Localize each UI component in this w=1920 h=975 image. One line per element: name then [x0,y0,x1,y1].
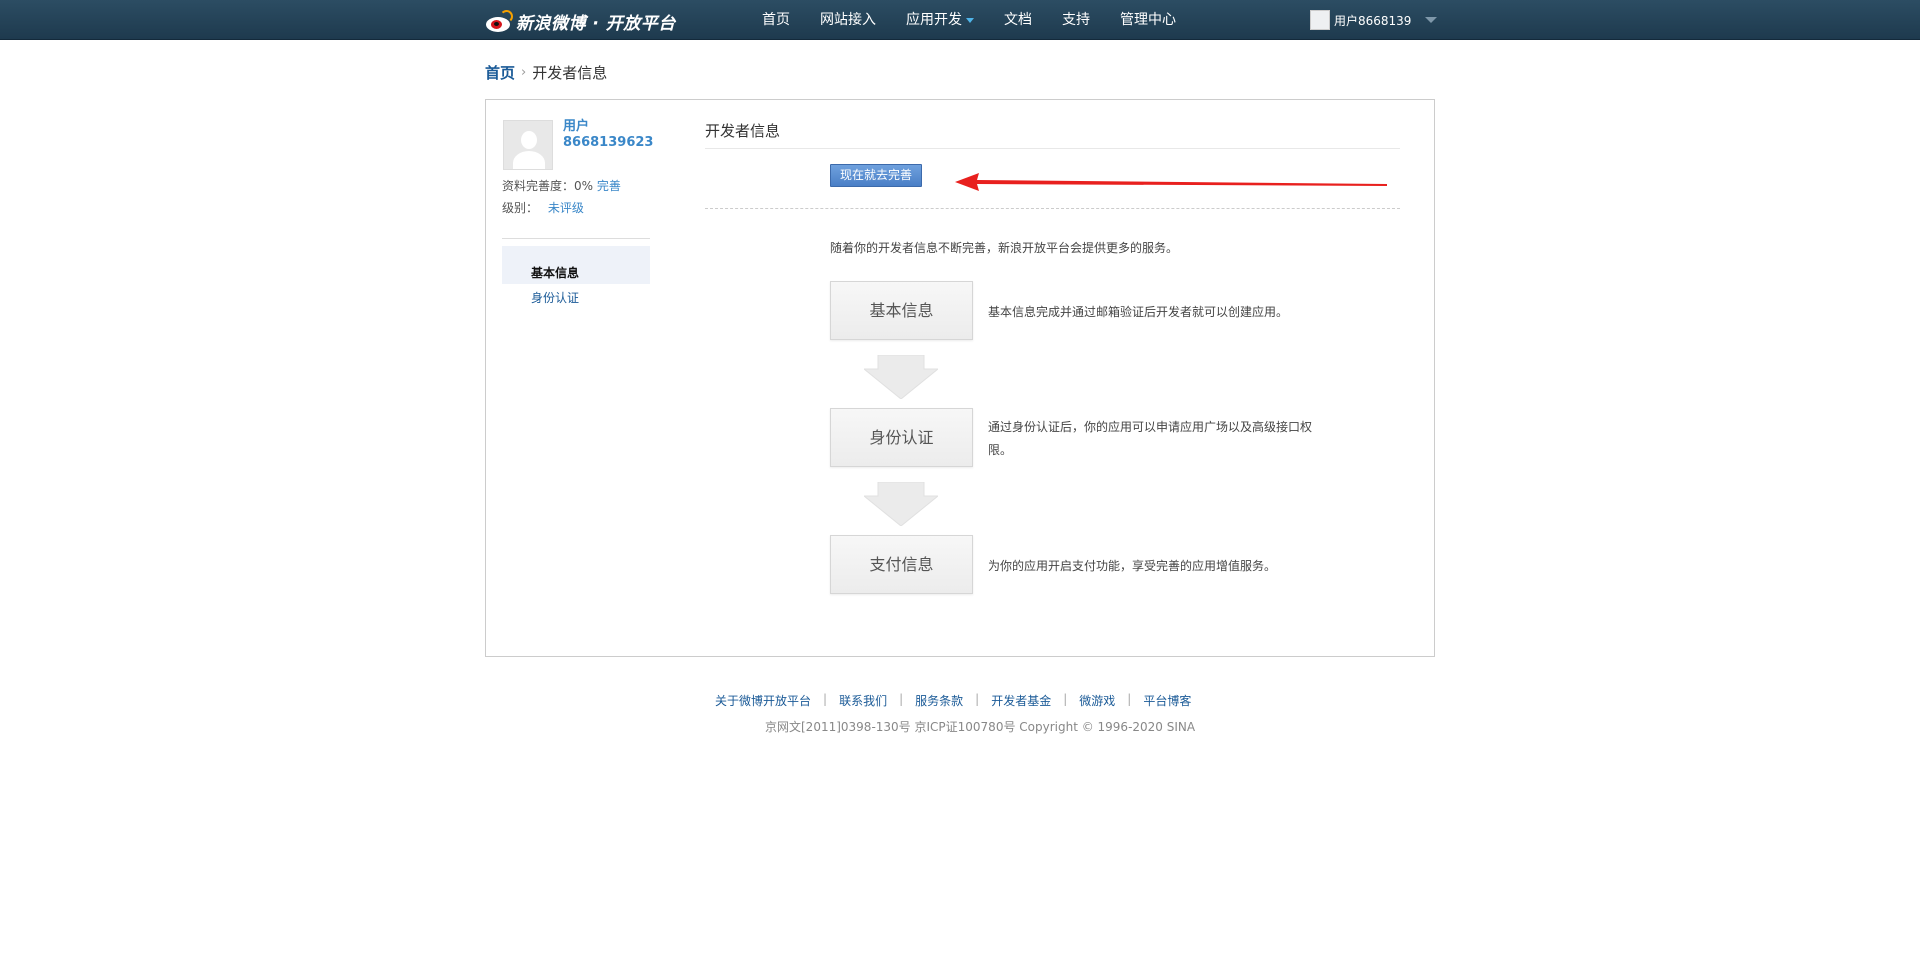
step-payment-info: 支付信息 [830,535,973,594]
footer-separator: | [899,692,904,706]
breadcrumb-home[interactable]: 首页 [485,62,515,83]
footer-separator: | [975,692,980,706]
nav-support[interactable]: 支持 [1062,0,1090,40]
level-value-link[interactable]: 未评级 [548,201,584,215]
footer-separator: | [823,692,828,706]
footer-link-terms[interactable]: 服务条款 [915,692,963,709]
user-menu[interactable]: 用户8668139 [1310,0,1438,40]
annotation-arrow-icon [955,173,1387,191]
nav-docs[interactable]: 文档 [1004,0,1032,40]
copyright-text: 京网文[2011]0398-130号 京ICP证100780号 Copyrigh… [765,720,1196,734]
step-payment-info-desc: 为你的应用开启支付功能，享受完善的应用增值服务。 [988,559,1277,573]
user-avatar-icon [1310,10,1330,30]
dropdown-caret-icon [966,17,974,23]
down-arrow-icon [864,482,938,526]
sidebar-item-identity-verification[interactable]: 身份认证 [531,289,579,306]
footer-link-games[interactable]: 微游戏 [1079,692,1115,709]
brand-text: 新浪微博 · 开放平台 [516,13,676,34]
down-arrow-icon [864,355,938,399]
dashed-divider [705,208,1400,209]
step-basic-info-desc: 基本信息完成并通过邮箱验证后开发者就可以创建应用。 [988,305,1289,319]
nav-home[interactable]: 首页 [762,0,790,40]
step-identity-verification-desc: 通过身份认证后，你的应用可以申请应用广场以及高级接口权限。 [988,420,1313,457]
completeness-label: 资料完善度：0% [502,179,594,193]
nav-app-dev[interactable]: 应用开发 [906,0,974,40]
chevron-down-icon[interactable] [1425,17,1438,23]
profile-level: 级别： 未评级 [502,199,584,216]
footer-link-contact[interactable]: 联系我们 [839,692,887,709]
nav-management-center[interactable]: 管理中心 [1120,0,1176,40]
user-name: 用户8668139 [1334,13,1412,28]
avatar-placeholder-icon [503,120,553,170]
sidebar-item-basic-info[interactable]: 基本信息 [531,264,579,281]
weibo-open-platform-logo[interactable]: 新浪微博 · 开放平台 [485,8,676,34]
sidebar-username[interactable]: 用户8668139623 [563,119,663,151]
step-identity-verification: 身份认证 [830,408,973,467]
footer-separator: | [1063,692,1068,706]
weibo-logo-icon [485,10,513,32]
breadcrumb: 首页 › 开发者信息 [485,62,607,83]
breadcrumb-current: 开发者信息 [532,64,608,82]
level-label: 级别： [502,201,539,215]
footer-link-fund[interactable]: 开发者基金 [991,692,1051,709]
top-navbar: 新浪微博 · 开放平台 首页 网站接入 应用开发 文档 支持 管理中心 用户86… [0,0,1920,40]
nav-website-access[interactable]: 网站接入 [820,0,876,40]
complete-profile-link[interactable]: 完善 [597,179,621,193]
page-title: 开发者信息 [705,122,781,140]
sidebar-divider [502,238,650,239]
footer-separator: | [1127,692,1132,706]
footer-link-blog[interactable]: 平台博客 [1143,692,1191,709]
main-nav: 首页 网站接入 应用开发 文档 支持 管理中心 [762,0,1206,40]
nav-app-dev-label: 应用开发 [906,12,962,28]
breadcrumb-chevron-icon: › [521,65,527,80]
title-divider [705,148,1400,149]
complete-now-button[interactable]: 现在就去完善 [830,164,922,187]
footer-links: 关于微博开放平台 | 联系我们 | 服务条款 | 开发者基金 | 微游戏 | 平… [715,692,1191,709]
footer-link-about[interactable]: 关于微博开放平台 [715,692,811,709]
intro-text: 随着你的开发者信息不断完善，新浪开放平台会提供更多的服务。 [830,241,1179,255]
profile-completeness: 资料完善度：0% 完善 [502,177,621,194]
step-basic-info: 基本信息 [830,281,973,340]
